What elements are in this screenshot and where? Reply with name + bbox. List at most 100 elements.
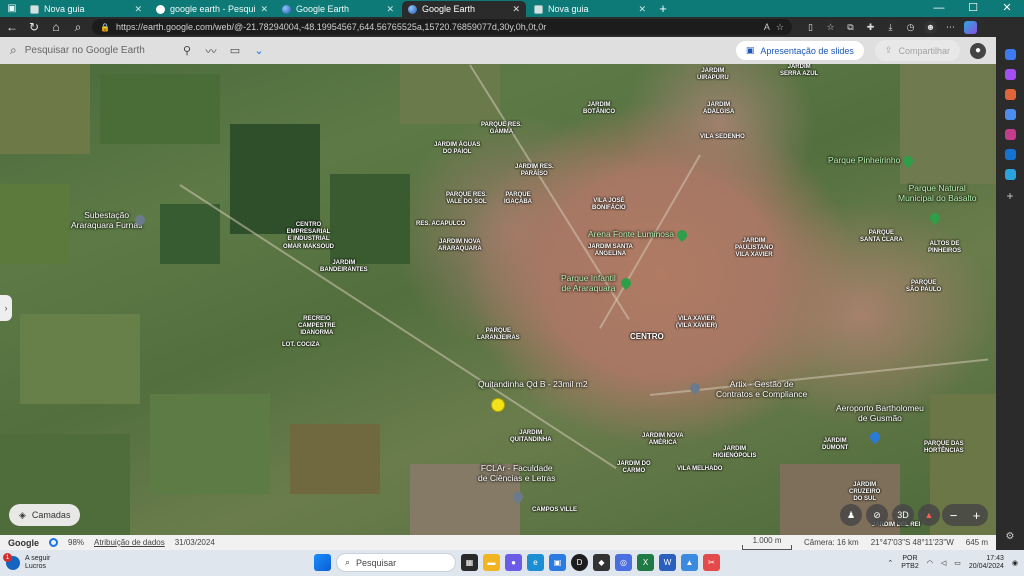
close-icon[interactable]: ✕ [512, 4, 520, 15]
snipping-tool-icon[interactable]: ✂ [703, 554, 720, 571]
poi-label[interactable]: Arena Fonte Luminosa [588, 229, 674, 240]
account-avatar[interactable]: ● [970, 42, 986, 59]
outlook-icon[interactable] [1004, 149, 1016, 160]
store-icon[interactable]: ▣ [549, 554, 566, 571]
poi-label[interactable]: Quitandinha Qd B - 23mil m2 [478, 379, 588, 390]
compass-icon[interactable]: ▲ [918, 504, 940, 526]
edge-icon[interactable]: e [527, 554, 544, 571]
minimize-icon[interactable]: — [922, 0, 956, 17]
recenter-button[interactable]: ⊘ [866, 504, 888, 526]
poi-label[interactable]: Parque Infantil de Araraquara [561, 273, 616, 294]
maximize-icon[interactable]: ☐ [956, 0, 990, 17]
more-options-icon[interactable]: ⋯ [944, 21, 957, 34]
toggle-3d-button[interactable]: 3D [892, 504, 914, 526]
close-icon[interactable]: ✕ [386, 4, 394, 15]
poi-label[interactable]: Parque Natural Municipal do Basalto [898, 183, 976, 204]
tab-google-earth-1[interactable]: Google Earth ✕ [276, 1, 400, 17]
telegram-icon[interactable] [1004, 169, 1016, 180]
close-icon[interactable]: ✕ [134, 4, 142, 15]
favorites-icon[interactable]: ☆ [824, 21, 837, 34]
map-label: JARDIM ADALGISA [703, 102, 735, 116]
taskbar-search[interactable]: ⌕ Pesquisar [336, 553, 456, 572]
profile-icon[interactable]: ☻ [924, 20, 937, 34]
refresh-icon[interactable]: ↻ [26, 19, 42, 35]
draw-path-icon[interactable]: 〰 [204, 44, 218, 58]
taskbar-search-label: Pesquisar [356, 557, 397, 568]
add-sidebar-app-icon[interactable]: + [1006, 189, 1013, 203]
search-icon[interactable]: ⌕ [70, 19, 86, 35]
favorite-star-icon[interactable]: ☆ [776, 22, 784, 33]
downloads-icon[interactable]: ⤓ [884, 21, 897, 34]
zoom-in-button[interactable]: + [973, 508, 981, 523]
battery-icon[interactable]: ▭ [954, 559, 961, 567]
poi-label[interactable]: Artix - Gestão de Contratos e Compliance [716, 379, 807, 400]
chevron-up-icon[interactable]: ⌃ [887, 559, 893, 567]
m365-icon[interactable] [1004, 129, 1016, 140]
split-screen-icon[interactable]: ▯ [804, 21, 817, 34]
poi-label[interactable]: Aeroporto Bartholomeu de Gusmão [836, 403, 924, 424]
side-panel-toggle[interactable]: › [0, 295, 12, 321]
airport-pin[interactable] [867, 429, 883, 445]
poi-pin[interactable] [674, 227, 690, 243]
workspace-icon[interactable]: ▣ [0, 0, 24, 17]
task-view-icon[interactable]: ▦ [461, 554, 478, 571]
back-icon[interactable]: ← [4, 19, 20, 35]
games-icon[interactable] [1004, 109, 1016, 120]
poi-pin[interactable] [687, 380, 703, 396]
url-field[interactable]: 🔒 https://earth.google.com/web/@-21.7829… [92, 19, 792, 35]
tools-icon[interactable] [1004, 89, 1016, 100]
copilot-sidebar-icon[interactable] [1004, 49, 1016, 60]
layers-button[interactable]: ◈ Camadas [9, 504, 81, 526]
file-explorer-icon[interactable]: ▬ [483, 554, 500, 571]
collections-icon[interactable]: ⧉ [844, 21, 857, 34]
new-tab-button[interactable]: + [654, 1, 672, 17]
close-window-icon[interactable]: ✕ [990, 0, 1024, 17]
language-indicator[interactable]: POR PTB2 [901, 555, 919, 570]
tab-nova-guia-2[interactable]: Nova guia ✕ [528, 1, 652, 17]
clock[interactable]: 17:43 20/04/2024 [969, 555, 1004, 571]
earth-search[interactable]: ⌕ Pesquisar no Google Earth [10, 43, 170, 58]
photos-icon[interactable]: ▲ [681, 554, 698, 571]
place-pin-icon[interactable]: ⚲ [180, 44, 194, 58]
extensions-icon[interactable]: ✚ [864, 21, 877, 34]
history-icon[interactable]: ◷ [904, 21, 917, 34]
widgets-button[interactable]: 1 A seguir Lucros [3, 553, 126, 570]
tab-google-earth-active[interactable]: Google Earth ✕ [402, 1, 526, 17]
poi-label[interactable]: FCLAr - Faculdade de Ciências e Letras [478, 463, 556, 484]
start-icon[interactable] [314, 554, 331, 571]
dell-icon[interactable]: D [571, 554, 588, 571]
home-icon[interactable]: ⌂ [48, 19, 64, 35]
tab-nova-guia-1[interactable]: Nova guia ✕ [24, 1, 148, 17]
zoom-out-button[interactable]: − [950, 508, 958, 523]
data-attribution-link[interactable]: Atribuição de dados [94, 538, 165, 547]
close-icon[interactable]: ✕ [260, 4, 268, 15]
crop-field [900, 64, 996, 184]
map-label: JARDIM DUMONT [822, 438, 849, 452]
notification-icon[interactable]: ◉ [1012, 559, 1018, 567]
shopping-icon[interactable] [1004, 69, 1016, 80]
volume-icon[interactable]: ◁ [941, 559, 946, 567]
app-icon[interactable]: ◎ [615, 554, 632, 571]
slideshow-button[interactable]: ▣ Apresentação de slides [734, 40, 865, 61]
word-icon[interactable]: W [659, 554, 676, 571]
satellite-map[interactable]: JARDIM SERRA AZUL JARDIM UIRAPURU JARDIM… [0, 64, 996, 535]
lock-icon[interactable]: 🔒 [100, 23, 110, 32]
poi-label[interactable]: Subestação Araraquara Furnas [71, 210, 142, 231]
poi-pin[interactable] [927, 210, 943, 226]
scale-bar-line [742, 544, 793, 550]
share-button[interactable]: ⇪ Compartilhar [874, 40, 960, 61]
chevron-down-icon[interactable]: ⌄ [252, 44, 266, 58]
pegman-streetview-button[interactable]: ♟ [840, 504, 862, 526]
placemark-pin[interactable] [492, 399, 504, 411]
close-icon[interactable]: ✕ [638, 4, 646, 15]
poi-label[interactable]: Parque Pinheirinho [828, 155, 900, 166]
sidebar-settings-icon[interactable]: ⚙ [1006, 531, 1015, 542]
tab-google-search[interactable]: google earth - Pesquisar ✕ [150, 1, 274, 17]
chat-icon[interactable]: ● [505, 554, 522, 571]
app-icon[interactable]: ◆ [593, 554, 610, 571]
wifi-icon[interactable]: ◠ [927, 559, 933, 567]
read-aloud-icon[interactable]: A [764, 22, 770, 32]
copilot-icon[interactable] [964, 20, 977, 34]
measure-ruler-icon[interactable]: ▭ [228, 44, 242, 58]
excel-icon[interactable]: X [637, 554, 654, 571]
